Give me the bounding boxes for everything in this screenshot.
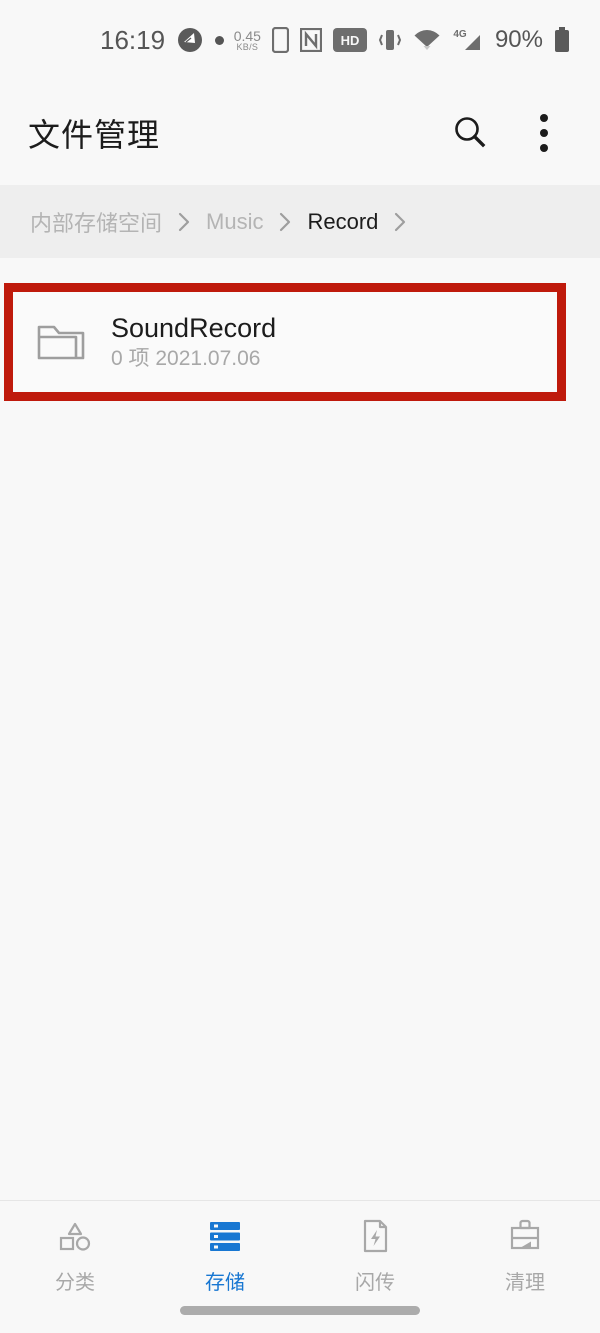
phone-screen: 16:19 0.45 KB/S HD 4G 90% 文件管理 内部存储空间 Mu…	[0, 0, 600, 1333]
battery-icon	[554, 27, 570, 53]
clean-broom-icon	[506, 1215, 544, 1257]
breadcrumb-item-record[interactable]: Record	[307, 209, 378, 235]
wifi-icon	[413, 28, 441, 52]
svg-text:4G: 4G	[453, 29, 467, 40]
vibrate-icon	[378, 27, 402, 53]
page-title: 文件管理	[28, 116, 161, 153]
overflow-menu-icon[interactable]	[520, 109, 568, 157]
bottom-nav-tab-flashtransfer[interactable]: 闪传	[300, 1215, 450, 1295]
breadcrumb-item-root[interactable]: 内部存储空间	[30, 206, 162, 238]
breadcrumb: 内部存储空间 Music Record	[0, 185, 600, 258]
bottom-nav-label-clean: 清理	[505, 1272, 545, 1294]
bottom-nav-label-flashtransfer: 闪传	[355, 1272, 395, 1294]
hd-volte-icon: HD	[332, 28, 367, 52]
highlight-annotation: SoundRecord 0 项 2021.07.06	[4, 283, 566, 401]
status-bar-clock: 16:19	[100, 24, 166, 55]
breadcrumb-item-music[interactable]: Music	[206, 209, 263, 235]
bottom-nav-label-storage: 存储	[205, 1272, 245, 1294]
list-item-name: SoundRecord	[111, 312, 277, 343]
network-speed-indicator: 0.45 KB/S	[234, 29, 261, 52]
bottom-nav-tabs: 分类 存储 闪传 清理	[0, 1201, 600, 1295]
svg-text:HD: HD	[341, 33, 360, 48]
list-item-meta: 0 项 2021.07.06	[111, 347, 261, 371]
bottom-nav-tab-storage[interactable]: 存储	[150, 1215, 300, 1295]
sim-card-icon	[271, 27, 289, 53]
search-icon[interactable]	[446, 109, 494, 157]
app-bar-actions	[446, 109, 568, 157]
nfc-icon	[299, 28, 322, 52]
network-speed-value: 0.45	[233, 27, 261, 44]
home-gesture-bar[interactable]	[180, 1306, 420, 1315]
chevron-right-icon	[277, 211, 293, 233]
cellular-signal-icon: 4G	[452, 27, 484, 53]
flash-transfer-icon	[356, 1215, 394, 1257]
bottom-nav-label-category: 分类	[55, 1272, 95, 1294]
chevron-right-icon	[392, 211, 408, 233]
storage-server-icon	[206, 1215, 244, 1257]
network-speed-unit: KB/S	[236, 41, 259, 52]
app-bar: 文件管理	[0, 80, 600, 185]
status-bar-left: 16:19	[100, 24, 225, 56]
list-item[interactable]: SoundRecord 0 项 2021.07.06	[13, 292, 557, 392]
bottom-nav-tab-category[interactable]: 分类	[0, 1215, 150, 1295]
chevron-right-icon	[176, 211, 192, 233]
battery-percent-label: 90%	[494, 26, 543, 53]
notification-badge-icon	[177, 27, 203, 53]
bottom-navigation: 分类 存储 闪传 清理	[0, 1200, 600, 1333]
folder-icon	[33, 321, 89, 363]
bottom-nav-tab-clean[interactable]: 清理	[450, 1215, 600, 1295]
shapes-category-icon	[56, 1215, 94, 1257]
status-bar-right: 0.45 KB/S HD 4G 90%	[234, 26, 570, 54]
file-list: SoundRecord 0 项 2021.07.06	[0, 258, 600, 1200]
list-item-text: SoundRecord 0 项 2021.07.06	[111, 312, 277, 371]
status-bar: 16:19 0.45 KB/S HD 4G 90%	[0, 0, 600, 80]
dot-icon	[215, 35, 225, 45]
